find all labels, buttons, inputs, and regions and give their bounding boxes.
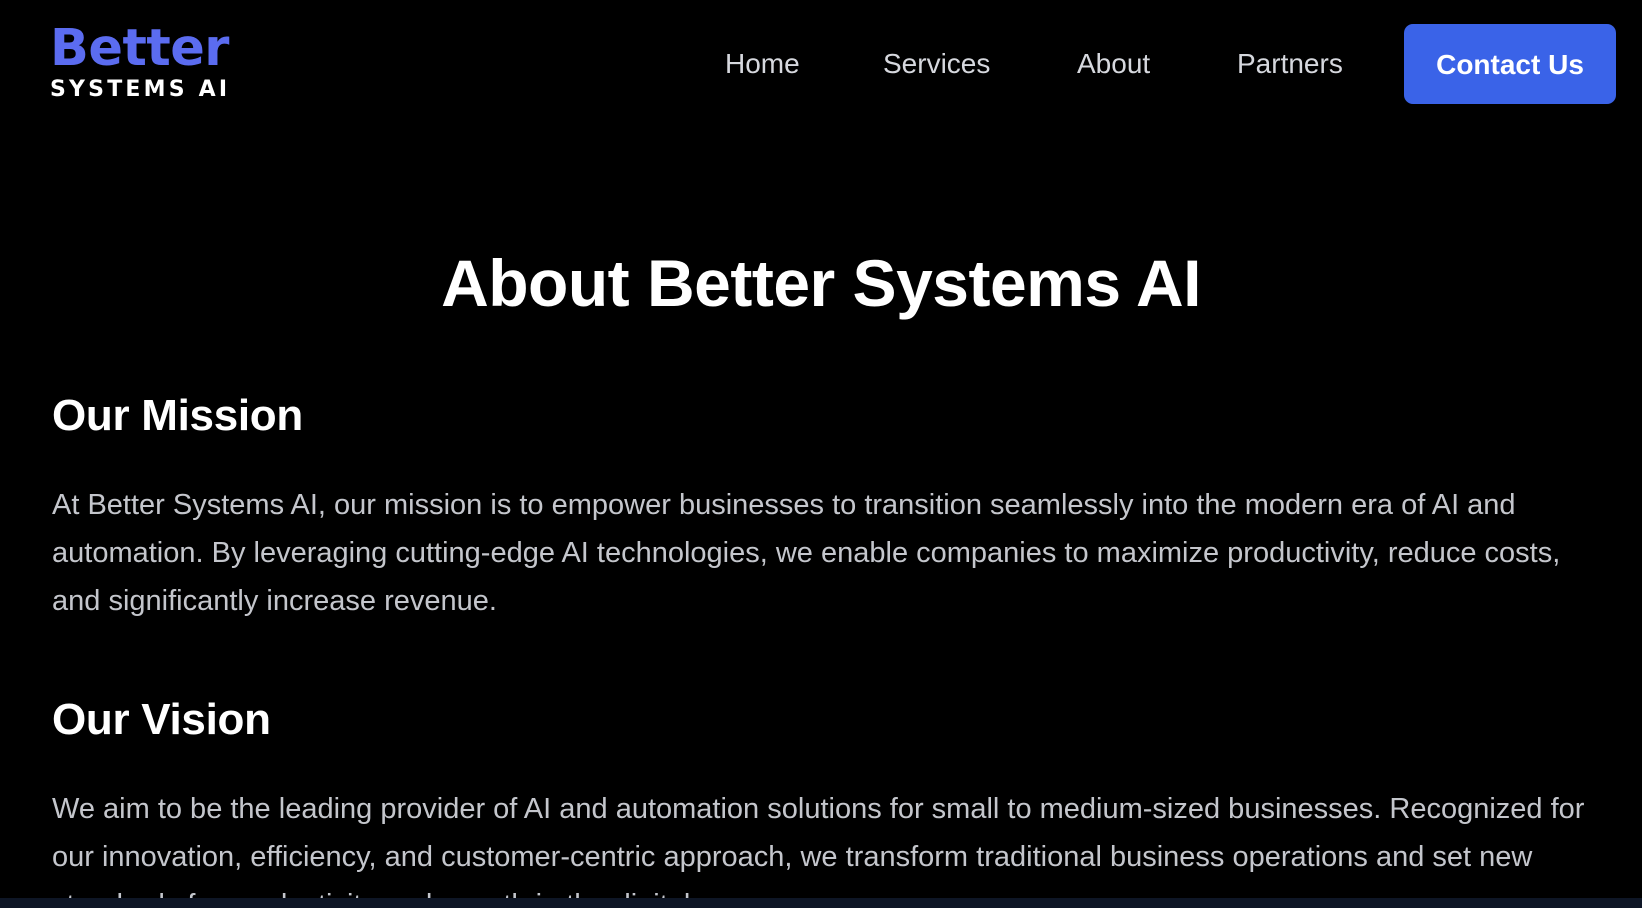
mission-text: At Better Systems AI, our mission is to … [52,489,1561,617]
nav-partners-link[interactable]: Partners [1237,47,1343,81]
logo-wordmark: Better [50,19,229,78]
nav-about-link[interactable]: About [1077,47,1150,81]
contact-us-button[interactable]: Contact Us [1404,24,1616,104]
bottom-strip [0,898,1642,908]
page-title: About Better Systems AI [441,246,1201,320]
logo-subtitle: SYSTEMS AI [50,77,231,102]
vision-text: We aim to be the leading provider of AI … [52,793,1585,908]
site-logo[interactable]: Better SYSTEMS AI [50,22,230,102]
page: Better SYSTEMS AI Home Services About Pa… [0,0,1642,908]
site-header: Better SYSTEMS AI Home Services About Pa… [0,0,1642,128]
nav-services-link[interactable]: Services [883,47,990,81]
nav-home-link[interactable]: Home [725,47,800,81]
vision-heading: Our Vision [52,695,271,744]
mission-heading: Our Mission [52,391,303,440]
